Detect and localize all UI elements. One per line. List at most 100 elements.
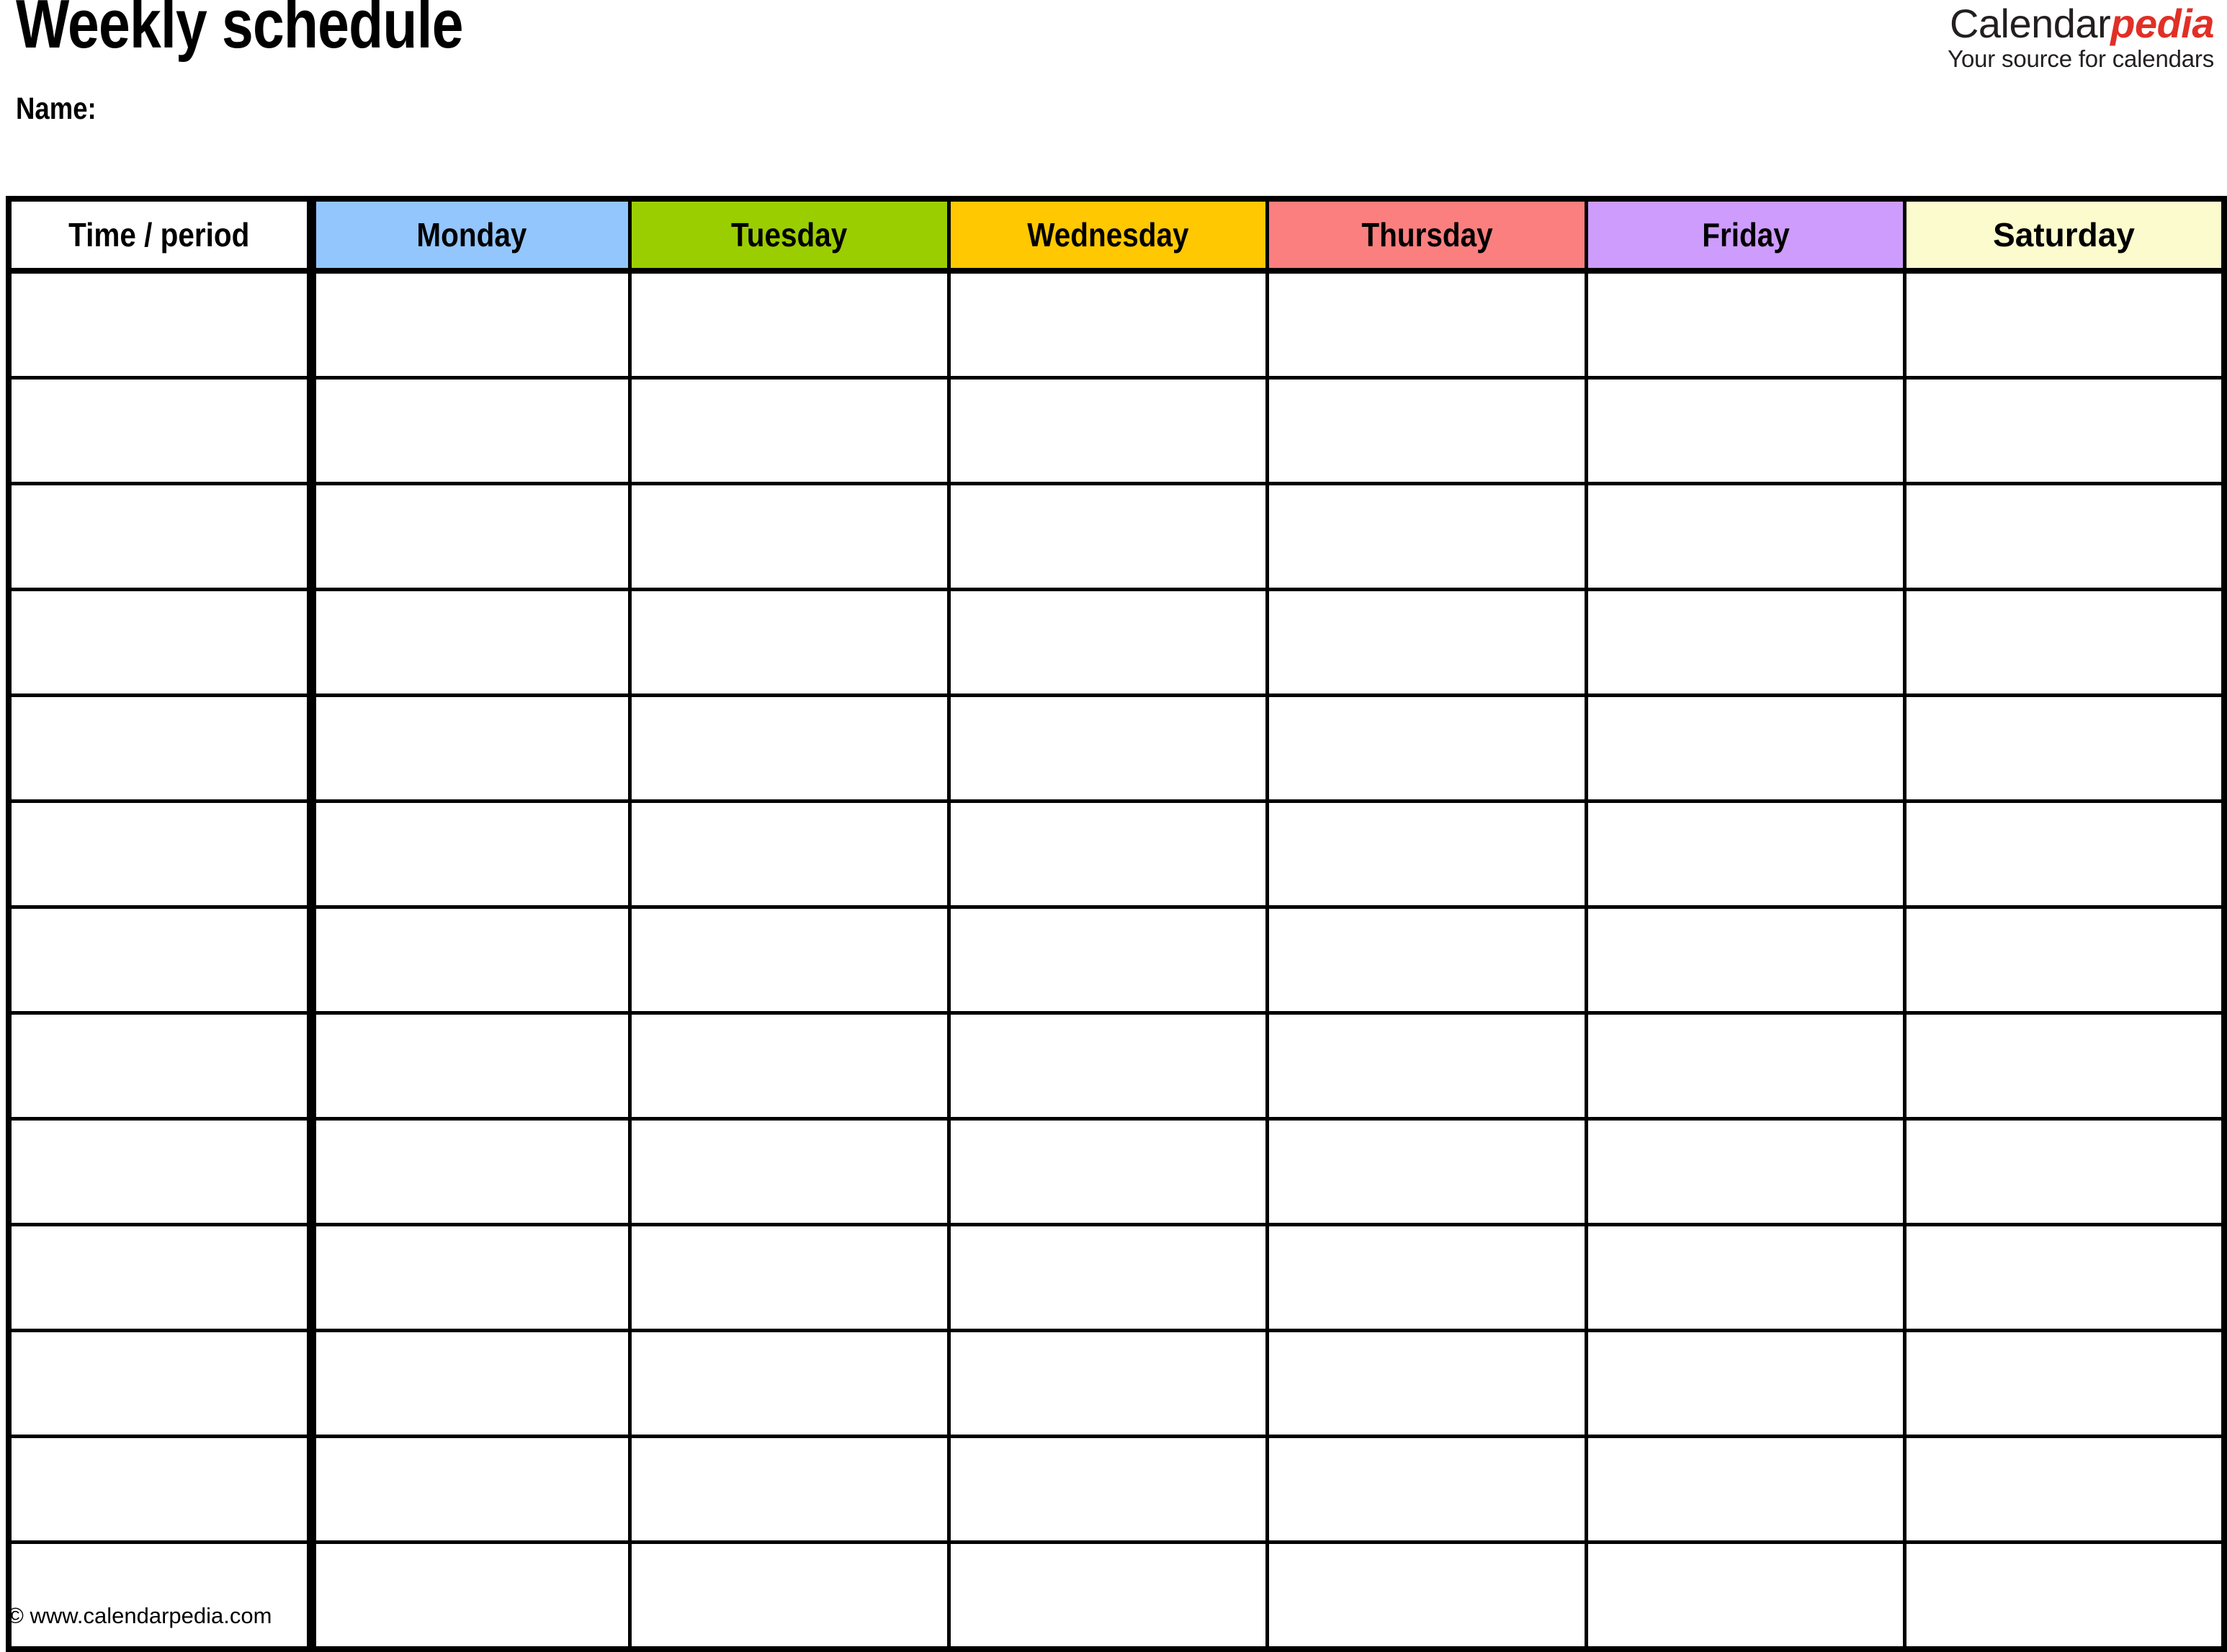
- schedule-cell-saturday[interactable]: [1903, 588, 2226, 697]
- schedule-cell-wednesday[interactable]: [946, 693, 1270, 803]
- schedule-cell-saturday[interactable]: [1903, 1435, 2226, 1544]
- schedule-cell-saturday[interactable]: [1903, 905, 2226, 1015]
- schedule-cell-thursday[interactable]: [1265, 1435, 1588, 1544]
- schedule-cell-thursday[interactable]: [1265, 1117, 1588, 1226]
- time-period-cell[interactable]: [6, 1329, 316, 1438]
- schedule-cell-tuesday[interactable]: [628, 1223, 951, 1332]
- weekly-schedule-table: Time / period Monday Tuesday Wednesday T…: [6, 196, 2227, 1652]
- schedule-cell-monday[interactable]: [309, 1540, 632, 1651]
- schedule-cell-thursday[interactable]: [1265, 1011, 1588, 1121]
- schedule-cell-tuesday[interactable]: [628, 799, 951, 909]
- schedule-cell-friday[interactable]: [1584, 799, 1907, 909]
- schedule-cell-tuesday[interactable]: [628, 1117, 951, 1226]
- schedule-cell-tuesday[interactable]: [628, 1435, 951, 1544]
- schedule-cell-thursday[interactable]: [1265, 482, 1588, 591]
- schedule-cell-wednesday[interactable]: [946, 905, 1270, 1015]
- schedule-cell-saturday[interactable]: [1903, 1011, 2226, 1121]
- schedule-cell-monday[interactable]: [309, 269, 632, 380]
- schedule-cell-thursday[interactable]: [1265, 1329, 1588, 1438]
- schedule-cell-saturday[interactable]: [1903, 482, 2226, 591]
- schedule-cell-monday[interactable]: [309, 482, 632, 591]
- time-period-cell[interactable]: [6, 482, 316, 591]
- schedule-cell-thursday[interactable]: [1265, 376, 1588, 485]
- column-header-saturday-label: Saturday: [1993, 216, 2135, 253]
- schedule-table-container: Time / period Monday Tuesday Wednesday T…: [6, 196, 2227, 1652]
- schedule-cell-monday[interactable]: [309, 1435, 632, 1544]
- schedule-cell-tuesday[interactable]: [628, 1011, 951, 1121]
- time-period-cell[interactable]: [6, 905, 316, 1015]
- schedule-cell-tuesday[interactable]: [628, 482, 951, 591]
- schedule-cell-friday[interactable]: [1584, 1011, 1907, 1121]
- schedule-cell-wednesday[interactable]: [946, 1540, 1270, 1651]
- schedule-cell-friday[interactable]: [1584, 269, 1907, 380]
- time-period-cell[interactable]: [6, 1223, 316, 1332]
- time-period-cell[interactable]: [6, 269, 316, 380]
- schedule-cell-thursday[interactable]: [1265, 1540, 1588, 1651]
- schedule-cell-monday[interactable]: [309, 799, 632, 909]
- schedule-cell-friday[interactable]: [1584, 482, 1907, 591]
- schedule-cell-friday[interactable]: [1584, 1117, 1907, 1226]
- schedule-cell-wednesday[interactable]: [946, 588, 1270, 697]
- time-period-cell[interactable]: [6, 1011, 316, 1121]
- schedule-cell-thursday[interactable]: [1265, 799, 1588, 909]
- schedule-cell-friday[interactable]: [1584, 1329, 1907, 1438]
- schedule-cell-wednesday[interactable]: [946, 799, 1270, 909]
- schedule-cell-thursday[interactable]: [1265, 269, 1588, 380]
- schedule-cell-wednesday[interactable]: [946, 1117, 1270, 1226]
- schedule-cell-tuesday[interactable]: [628, 588, 951, 697]
- table-row: [6, 1011, 2226, 1121]
- schedule-cell-wednesday[interactable]: [946, 1011, 1270, 1121]
- schedule-cell-thursday[interactable]: [1265, 1223, 1588, 1332]
- schedule-cell-tuesday[interactable]: [628, 905, 951, 1015]
- time-period-cell[interactable]: [6, 1117, 316, 1226]
- schedule-cell-wednesday[interactable]: [946, 1435, 1270, 1544]
- table-body: [6, 269, 2226, 1651]
- schedule-cell-thursday[interactable]: [1265, 588, 1588, 697]
- schedule-cell-saturday[interactable]: [1903, 799, 2226, 909]
- schedule-cell-friday[interactable]: [1584, 1435, 1907, 1544]
- time-period-cell[interactable]: [6, 376, 316, 485]
- time-period-cell[interactable]: [6, 588, 316, 697]
- schedule-cell-friday[interactable]: [1584, 376, 1907, 485]
- table-row: [6, 799, 2226, 909]
- schedule-cell-monday[interactable]: [309, 588, 632, 697]
- schedule-cell-saturday[interactable]: [1903, 269, 2226, 380]
- schedule-cell-friday[interactable]: [1584, 1540, 1907, 1651]
- schedule-cell-monday[interactable]: [309, 1011, 632, 1121]
- schedule-cell-monday[interactable]: [309, 1329, 632, 1438]
- schedule-cell-wednesday[interactable]: [946, 1329, 1270, 1438]
- schedule-cell-monday[interactable]: [309, 693, 632, 803]
- schedule-cell-thursday[interactable]: [1265, 905, 1588, 1015]
- schedule-cell-monday[interactable]: [309, 1117, 632, 1226]
- schedule-cell-tuesday[interactable]: [628, 1329, 951, 1438]
- schedule-cell-thursday[interactable]: [1265, 693, 1588, 803]
- schedule-cell-wednesday[interactable]: [946, 482, 1270, 591]
- schedule-cell-tuesday[interactable]: [628, 1540, 951, 1651]
- time-period-cell[interactable]: [6, 1435, 316, 1544]
- schedule-cell-monday[interactable]: [309, 905, 632, 1015]
- schedule-cell-monday[interactable]: [309, 1223, 632, 1332]
- name-field-label: Name:: [16, 91, 97, 126]
- schedule-cell-friday[interactable]: [1584, 588, 1907, 697]
- schedule-cell-friday[interactable]: [1584, 1223, 1907, 1332]
- time-period-cell[interactable]: [6, 693, 316, 803]
- column-header-time-period-label: Time / period: [68, 216, 250, 253]
- schedule-cell-saturday[interactable]: [1903, 376, 2226, 485]
- schedule-cell-tuesday[interactable]: [628, 693, 951, 803]
- time-period-cell[interactable]: [6, 1540, 316, 1651]
- schedule-cell-saturday[interactable]: [1903, 693, 2226, 803]
- schedule-cell-wednesday[interactable]: [946, 269, 1270, 380]
- schedule-cell-tuesday[interactable]: [628, 269, 951, 380]
- schedule-cell-tuesday[interactable]: [628, 376, 951, 485]
- schedule-cell-wednesday[interactable]: [946, 376, 1270, 485]
- schedule-cell-saturday[interactable]: [1903, 1117, 2226, 1226]
- schedule-cell-monday[interactable]: [309, 376, 632, 485]
- time-period-cell[interactable]: [6, 799, 316, 909]
- schedule-cell-saturday[interactable]: [1903, 1329, 2226, 1438]
- schedule-cell-friday[interactable]: [1584, 905, 1907, 1015]
- schedule-cell-saturday[interactable]: [1903, 1223, 2226, 1332]
- column-header-tuesday-label: Tuesday: [731, 216, 848, 253]
- schedule-cell-wednesday[interactable]: [946, 1223, 1270, 1332]
- schedule-cell-saturday[interactable]: [1903, 1540, 2226, 1651]
- schedule-cell-friday[interactable]: [1584, 693, 1907, 803]
